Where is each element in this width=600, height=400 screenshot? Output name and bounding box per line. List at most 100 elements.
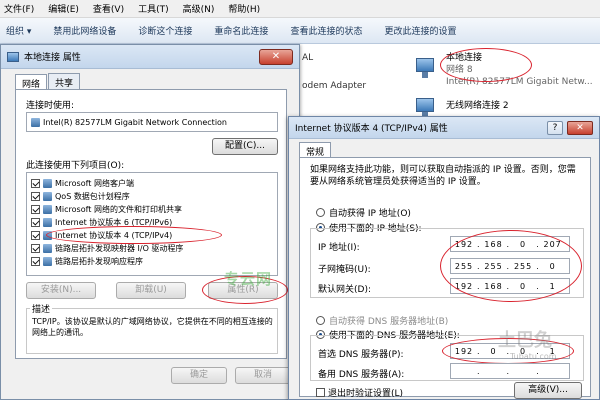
octet: 255: [513, 261, 533, 271]
watermark-grey: 土巴兔: [498, 330, 552, 351]
menu-help[interactable]: 帮助(H): [228, 2, 260, 15]
uninstall-button[interactable]: 卸载(U): [116, 282, 186, 299]
close-button[interactable]: ✕: [259, 49, 293, 65]
item-label: QoS 数据包计划程序: [55, 192, 130, 201]
command-bar: 组织 ▾ 禁用此网络设备 诊断这个连接 重命名此连接 查看此连接的状态 更改此连…: [0, 18, 600, 44]
checkbox[interactable]: [316, 388, 325, 397]
watermark-url: Tubatu.com: [510, 352, 557, 361]
ip-address-input[interactable]: 192. 168. 0. 207: [450, 236, 570, 252]
organize-button[interactable]: 组织 ▾: [6, 24, 31, 37]
partial-connection-label: AL: [302, 53, 314, 63]
install-button[interactable]: 安装(N)...: [26, 282, 96, 299]
list-item[interactable]: QoS 数据包计划程序: [31, 190, 130, 203]
gateway-label: 默认网关(D):: [318, 285, 371, 295]
subnet-mask-input[interactable]: 255. 255. 255. 0: [450, 258, 570, 274]
configure-button[interactable]: 配置(C)...: [212, 138, 278, 155]
checkbox[interactable]: [31, 205, 40, 214]
octet: 192: [454, 346, 474, 356]
watermark-green: 专云网: [224, 270, 273, 288]
connection-name: 无线网络连接 2: [446, 101, 509, 111]
dialog-title: 本地连接 属性: [24, 53, 81, 63]
octet: 1: [549, 281, 556, 291]
list-item[interactable]: 链路层拓扑发现映射器 I/O 驱动程序: [31, 242, 183, 255]
service-icon: [43, 192, 52, 201]
mask-label: 子网掩码(U):: [318, 265, 371, 275]
item-label: Internet 协议版本 6 (TCP/IPv6): [55, 218, 173, 227]
dialog-titlebar: 本地连接 属性: [1, 45, 299, 69]
dns1-label: 首选 DNS 服务器(P):: [318, 350, 404, 360]
checkbox[interactable]: [31, 179, 40, 188]
dialog-title: Internet 协议版本 4 (TCP/IPv4) 属性: [295, 124, 448, 134]
menu-file[interactable]: 文件(F): [4, 2, 34, 15]
octet: 168: [484, 281, 503, 291]
octet: 192: [454, 281, 474, 291]
item-label: 链路层拓扑发现响应程序: [55, 257, 143, 266]
menu-tools[interactable]: 工具(T): [138, 2, 169, 15]
menu-advanced[interactable]: 高级(N): [183, 2, 215, 15]
connection-adapter: Intel(R) 82577LM Gigabit Netw...: [446, 77, 593, 87]
items-label: 此连接使用下列项目(O):: [26, 161, 125, 171]
cancel-button[interactable]: 取消: [235, 367, 291, 384]
list-item[interactable]: Microsoft 网络客户端: [31, 177, 134, 190]
item-label: Internet 协议版本 4 (TCP/IPv4): [55, 231, 173, 240]
octet: 255: [454, 261, 474, 271]
menu-view[interactable]: 查看(V): [93, 2, 124, 15]
checkbox[interactable]: [31, 244, 40, 253]
close-button[interactable]: ✕: [567, 121, 593, 135]
item-label: Microsoft 网络的文件和打印机共享: [55, 205, 182, 214]
adapter-icon: [31, 117, 40, 127]
disable-device-button[interactable]: 禁用此网络设备: [53, 24, 116, 37]
alternate-dns-input[interactable]: ...: [450, 363, 570, 379]
auto-dns-option[interactable]: 自动获得 DNS 服务器地址(B): [316, 314, 448, 327]
tab-panel: 连接时使用: Intel(R) 82577LM Gigabit Network …: [15, 89, 288, 359]
item-label: 链路层拓扑发现映射器 I/O 驱动程序: [55, 244, 184, 253]
protocol-icon: [43, 257, 52, 266]
octet: 192: [454, 239, 474, 249]
partial-modem-label: odem Adapter: [302, 81, 367, 91]
auto-ip-option[interactable]: 自动获得 IP 地址(O): [316, 206, 411, 219]
rename-button[interactable]: 重命名此连接: [214, 24, 268, 37]
checkbox[interactable]: [31, 192, 40, 201]
item-label: Microsoft 网络客户端: [55, 179, 134, 188]
list-item[interactable]: 链路层拓扑发现响应程序: [31, 255, 143, 268]
menu-edit[interactable]: 编辑(E): [48, 2, 79, 15]
local-connection-item[interactable]: 本地连接 网络 8 Intel(R) 82577LM Gigabit Netw.…: [446, 52, 593, 88]
protocol-icon: [43, 244, 52, 253]
view-status-button[interactable]: 查看此连接的状态: [290, 24, 362, 37]
list-item-ipv4[interactable]: Internet 协议版本 4 (TCP/IPv4): [31, 229, 172, 242]
validate-option[interactable]: 退出时验证设置(L): [316, 386, 403, 399]
option-label: 退出时验证设置(L): [328, 389, 404, 399]
network-icon: [7, 51, 19, 62]
octet: 168: [484, 239, 503, 249]
gateway-input[interactable]: 192. 168. 0. 1: [450, 278, 570, 294]
dns2-label: 备用 DNS 服务器(A):: [318, 370, 405, 380]
menu-bar: 文件(F) 编辑(E) 查看(V) 工具(T) 高级(N) 帮助(H): [0, 0, 600, 18]
change-settings-button[interactable]: 更改此连接的设置: [384, 24, 456, 37]
connection-name: 本地连接: [446, 53, 483, 63]
advanced-button[interactable]: 高级(V)...: [514, 382, 582, 399]
ip-label: IP 地址(I):: [318, 243, 360, 253]
network-adapter-icon: [412, 58, 438, 80]
list-item[interactable]: Microsoft 网络的文件和打印机共享: [31, 203, 182, 216]
adapter-field: Intel(R) 82577LM Gigabit Network Connect…: [26, 112, 278, 132]
connect-using-label: 连接时使用:: [26, 101, 75, 111]
octet: 0: [520, 281, 527, 291]
help-button[interactable]: ?: [547, 121, 563, 135]
octet: 255: [484, 261, 503, 271]
option-label: 自动获得 DNS 服务器地址(B): [329, 317, 449, 327]
radio[interactable]: [316, 208, 325, 217]
octet: 0: [549, 261, 556, 271]
wireless-connection-item[interactable]: 无线网络连接 2: [446, 100, 509, 112]
protocol-icon: [43, 231, 52, 240]
component-list: Microsoft 网络客户端 QoS 数据包计划程序 Microsoft 网络…: [26, 172, 278, 276]
ok-button[interactable]: 确定: [171, 367, 227, 384]
adapter-name: Intel(R) 82577LM Gigabit Network Connect…: [43, 117, 227, 127]
checkbox[interactable]: [31, 231, 40, 240]
checkbox[interactable]: [31, 257, 40, 266]
checkbox[interactable]: [31, 218, 40, 227]
diagnose-button[interactable]: 诊断这个连接: [138, 24, 192, 37]
list-item[interactable]: Internet 协议版本 6 (TCP/IPv6): [31, 216, 172, 229]
description-label: 描述: [30, 302, 53, 315]
protocol-icon: [43, 218, 52, 227]
radio[interactable]: [316, 316, 325, 325]
